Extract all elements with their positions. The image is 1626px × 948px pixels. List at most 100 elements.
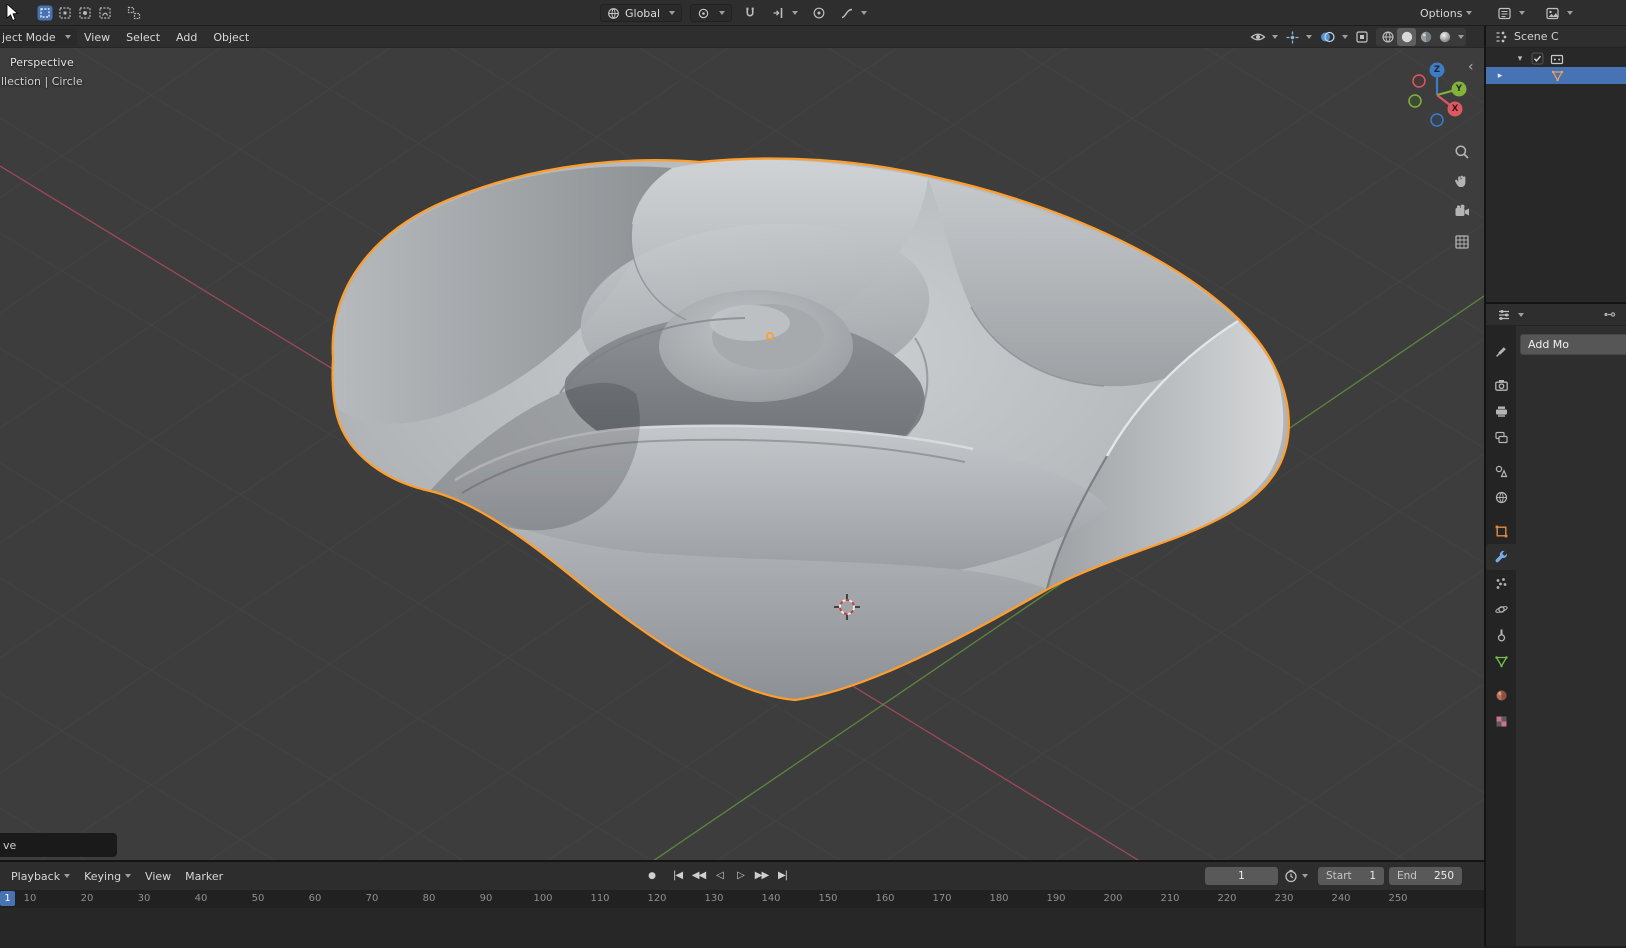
sidebar-collapse-chevron[interactable]: ‹ — [1468, 60, 1474, 74]
tab-material[interactable] — [1486, 682, 1516, 708]
tab-modifiers[interactable] — [1486, 544, 1516, 570]
current-frame-value: 1 — [1238, 870, 1245, 882]
properties-editor-selector[interactable] — [1494, 306, 1527, 324]
tab-scene[interactable] — [1486, 458, 1516, 484]
active-object-label: llection | Circle — [1, 75, 83, 88]
options-button[interactable]: Options — [1420, 4, 1472, 22]
object-data-icon — [1494, 654, 1509, 669]
menu-view-timeline[interactable]: View — [138, 865, 178, 887]
outliner-body[interactable]: ▾ ▸ — [1486, 48, 1626, 302]
tab-render[interactable] — [1486, 372, 1516, 398]
playback-sync-dropdown[interactable] — [1284, 867, 1308, 885]
viewport-canvas[interactable]: Z Y X — [0, 48, 1484, 860]
select-circle-icon[interactable] — [76, 4, 94, 22]
zoom-button[interactable] — [1450, 140, 1474, 164]
current-frame-playhead[interactable]: 1 — [0, 891, 15, 906]
falloff-dropdown[interactable] — [837, 4, 870, 22]
chevron-down-icon — [1466, 11, 1472, 15]
jump-to-end-button[interactable]: ▶| — [773, 866, 792, 885]
pivot-point-dropdown[interactable] — [690, 4, 732, 22]
disclosure-triangle[interactable]: ▾ — [1515, 54, 1525, 64]
tab-view-layer[interactable] — [1486, 424, 1516, 450]
toggle-xray-button[interactable] — [1355, 28, 1369, 46]
menu-playback[interactable]: Playback — [4, 865, 77, 887]
menu-add[interactable]: Add — [168, 26, 205, 48]
tab-physics[interactable] — [1486, 596, 1516, 622]
menu-keying[interactable]: Keying — [77, 865, 138, 887]
show-overlays-dropdown[interactable] — [1319, 28, 1348, 46]
camera-view-button[interactable] — [1450, 200, 1474, 224]
chevron-down-icon — [1306, 35, 1312, 39]
operator-panel[interactable]: ve — [0, 833, 117, 857]
tab-output[interactable] — [1486, 398, 1516, 424]
menu-object[interactable]: Object — [205, 26, 257, 48]
prev-keyframe-button[interactable]: ◀◀ — [689, 866, 708, 885]
cursor-select-icon[interactable] — [36, 4, 54, 22]
snap-toggle-button[interactable] — [740, 4, 760, 22]
current-frame-field[interactable]: 1 — [1205, 867, 1278, 885]
end-label: End — [1397, 870, 1425, 882]
navigation-gizmo[interactable]: Z Y X — [1409, 63, 1467, 127]
chevron-down-icon — [792, 11, 798, 15]
object-visibility-dropdown[interactable] — [1250, 28, 1278, 46]
gizmo-neg-z[interactable] — [1431, 114, 1443, 126]
properties-tab-column — [1486, 326, 1516, 946]
menu-select[interactable]: Select — [118, 26, 168, 48]
select-lasso-icon[interactable] — [96, 4, 114, 22]
timeline-track-area[interactable] — [0, 908, 1484, 948]
timeline-ruler[interactable]: 1020304050607080901001101201301401501601… — [0, 890, 1484, 908]
start-value: 1 — [1369, 870, 1376, 882]
tab-object[interactable] — [1486, 518, 1516, 544]
shading-wireframe-button[interactable] — [1378, 28, 1397, 46]
topbar-center-controls: Global — [600, 4, 870, 22]
select-box-icon[interactable] — [56, 4, 74, 22]
snap-target-dropdown[interactable] — [768, 4, 801, 22]
disclosure-triangle[interactable]: ▸ — [1495, 71, 1505, 81]
tab-world[interactable] — [1486, 484, 1516, 510]
viewport-3d[interactable]: Z Y X Perspective llection | Circle ‹ ve — [0, 48, 1484, 860]
ortho-toggle-button[interactable] — [1450, 230, 1474, 254]
outliner-row-circle-selected[interactable]: ▸ — [1486, 67, 1626, 84]
checkbox-icon[interactable] — [1531, 52, 1544, 65]
shading-material-button[interactable] — [1416, 28, 1435, 46]
rose-object[interactable] — [332, 158, 1288, 700]
jump-to-start-button[interactable]: |◀ — [668, 866, 687, 885]
editor-type-selector[interactable] — [1494, 4, 1528, 22]
outliner-title: Scene C — [1514, 30, 1559, 43]
outliner-row-collection[interactable]: ▾ — [1486, 50, 1626, 67]
gizmo-neg-y[interactable] — [1409, 95, 1421, 107]
outliner-editor-icon — [1494, 30, 1508, 44]
next-keyframe-button[interactable]: ▶▶ — [752, 866, 771, 885]
pan-button[interactable] — [1450, 170, 1474, 194]
topbar: Global Options — [0, 0, 1626, 26]
tab-tool[interactable] — [1486, 338, 1516, 364]
camera-view-icon — [1454, 204, 1470, 220]
shading-rendered-button[interactable] — [1435, 28, 1454, 46]
menu-marker[interactable]: Marker — [178, 865, 230, 887]
properties-header[interactable] — [1486, 304, 1626, 326]
frame-start-field[interactable]: Start 1 — [1318, 867, 1384, 885]
outliner-header[interactable]: Scene C — [1486, 26, 1626, 48]
gizmo-icon — [1285, 30, 1300, 45]
show-gizmo-dropdown[interactable] — [1285, 28, 1312, 46]
shading-solid-button[interactable] — [1397, 28, 1416, 46]
mode-dropdown[interactable]: ject Mode — [0, 28, 77, 46]
add-modifier-button[interactable]: Add Mo — [1520, 334, 1626, 355]
mode-transfer-icon[interactable] — [125, 4, 143, 22]
play-reverse-button[interactable]: ◁ — [710, 866, 729, 885]
frame-end-field[interactable]: End 250 — [1389, 867, 1462, 885]
gizmo-neg-x[interactable] — [1413, 75, 1425, 87]
transform-orientation-dropdown[interactable]: Global — [600, 4, 682, 22]
chevron-down-icon — [1302, 874, 1308, 878]
tab-particles[interactable] — [1486, 570, 1516, 596]
tab-object-data[interactable] — [1486, 648, 1516, 674]
editor-type-selector-2[interactable] — [1542, 4, 1576, 22]
tab-constraints[interactable] — [1486, 622, 1516, 648]
menu-view[interactable]: View — [76, 26, 118, 48]
zoom-icon — [1454, 144, 1470, 160]
play-button[interactable]: ▷ — [731, 866, 750, 885]
tab-texture[interactable] — [1486, 708, 1516, 734]
auto-keying-button[interactable]: ● — [642, 866, 661, 885]
proportional-editing-button[interactable] — [809, 4, 829, 22]
falloff-curve-icon — [840, 6, 854, 20]
